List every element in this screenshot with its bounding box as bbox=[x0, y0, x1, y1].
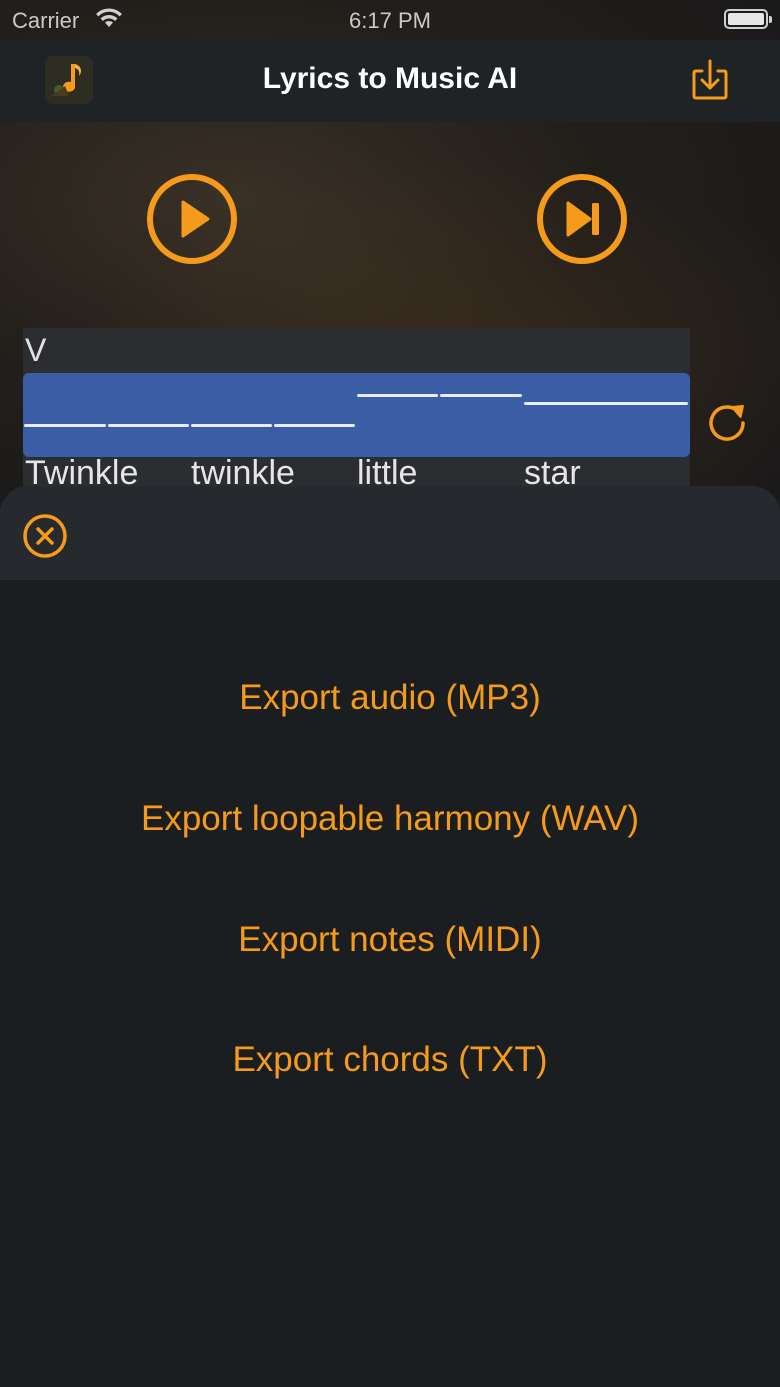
page-title: Lyrics to Music AI bbox=[262, 62, 518, 95]
track-panel[interactable]: V Twinkle twinkle little star bbox=[23, 328, 690, 492]
note bbox=[524, 402, 688, 405]
status-time: 6:17 PM bbox=[349, 8, 431, 33]
sheet-header bbox=[0, 486, 780, 580]
status-bar: Carrier 6:17 PM bbox=[0, 0, 780, 40]
play-button[interactable] bbox=[145, 172, 239, 266]
export-midi-button[interactable]: Export notes (MIDI) bbox=[0, 920, 780, 960]
play-icon bbox=[147, 174, 237, 264]
note bbox=[191, 424, 272, 427]
download-icon[interactable] bbox=[690, 58, 730, 102]
export-sheet: Export audio (MP3) Export loopable harmo… bbox=[0, 486, 780, 1387]
export-wav-button[interactable]: Export loopable harmony (WAV) bbox=[0, 799, 780, 839]
skip-forward-icon bbox=[537, 174, 627, 264]
note bbox=[357, 394, 438, 397]
close-icon bbox=[23, 514, 67, 558]
export-mp3-button[interactable]: Export audio (MP3) bbox=[0, 678, 780, 718]
section-label: V bbox=[25, 332, 47, 368]
note bbox=[274, 424, 355, 427]
note bbox=[24, 424, 106, 427]
refresh-button[interactable] bbox=[702, 398, 752, 448]
note bbox=[108, 424, 189, 427]
close-button[interactable] bbox=[22, 513, 68, 559]
refresh-icon bbox=[709, 405, 745, 441]
export-txt-button[interactable]: Export chords (TXT) bbox=[0, 1040, 780, 1080]
note bbox=[440, 394, 522, 397]
navigation-bar: Lyrics to Music AI bbox=[0, 40, 780, 122]
notes-bar[interactable] bbox=[23, 373, 690, 457]
skip-forward-button[interactable] bbox=[535, 172, 629, 266]
battery-icon bbox=[724, 9, 772, 29]
